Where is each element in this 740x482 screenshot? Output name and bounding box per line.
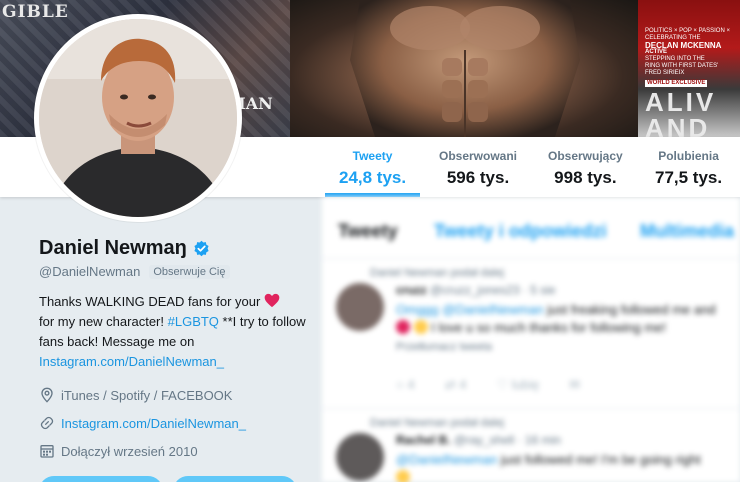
magazine-line: DECLAN MCKENNA xyxy=(645,41,722,50)
emoji-icon xyxy=(413,320,428,334)
stat-likes[interactable]: Polubienia 77,5 tys. xyxy=(655,149,722,188)
tweet-text-part: just freaking followed me and xyxy=(547,302,716,317)
tab-tweets[interactable]: Tweety xyxy=(338,221,398,242)
tweet-header: Rachel B. @ray_shell · 16 min xyxy=(396,433,561,447)
tweet-text-part: I love u so much thanks for following me… xyxy=(431,320,667,335)
profile-sidebar: Daniel Newmaŋ @DanielNewman Obserwuje Ci… xyxy=(0,197,322,482)
stat-label: Polubienia xyxy=(658,149,719,163)
tweet-text: Omggg @DanielNewman just freaking follow… xyxy=(396,301,736,356)
magazine-line: RING WITH FIRST DATES' xyxy=(645,63,719,69)
banner-torso-image xyxy=(350,0,580,137)
bio-text: Thanks WALKING DEAD fans for your xyxy=(39,294,261,309)
emoji-icon xyxy=(396,470,410,482)
follows-you-badge: Obserwuje Cię xyxy=(149,264,230,279)
location-text: iTunes / Spotify / FACEBOOK xyxy=(61,387,233,403)
profile-location: iTunes / Spotify / FACEBOOK xyxy=(39,387,232,403)
profile-handle[interactable]: @DanielNewman xyxy=(39,264,140,279)
tweet-item[interactable]: Daniel Newman podał dalej Rachel B. @ray… xyxy=(322,409,740,482)
retweet-action[interactable]: ⇄ 4 xyxy=(445,377,467,393)
tweet-author-avatar[interactable] xyxy=(336,433,384,481)
tab-media[interactable]: Multimedia xyxy=(640,221,734,242)
magazine-line: STEPPING INTO THE xyxy=(645,56,705,62)
magazine-exclusive-badge: WORLD EXCLUSIVE xyxy=(645,80,708,87)
stat-following[interactable]: Obserwowani 596 tys. xyxy=(439,149,517,188)
stat-value: 596 tys. xyxy=(446,168,510,187)
bio-text: for my new character! xyxy=(39,314,164,329)
bio-instagram-link[interactable]: Instagram.com/DanielNewman_ xyxy=(39,354,224,369)
translate-tweet-link[interactable]: Przetłumacz tweeta xyxy=(396,341,492,353)
stat-value: 998 tys. xyxy=(554,168,617,187)
tweet-meta: @ray_shell · 16 min xyxy=(454,433,561,447)
calendar-icon xyxy=(40,445,54,458)
bio-hashtag-link[interactable]: #LGBTQ xyxy=(168,314,219,329)
reply-action[interactable]: ○ 4 xyxy=(396,377,415,393)
magazine-line: ACTIVE xyxy=(645,49,668,55)
tweet-actions: ○ 4 ⇄ 4 ♡ lubię ✉ xyxy=(396,377,580,393)
stat-tweets[interactable]: Tweety 24,8 tys. xyxy=(325,149,421,197)
verified-badge-icon xyxy=(194,240,209,257)
tweet-mention[interactable]: @DanielNewman xyxy=(396,452,497,467)
stat-label: Tweety xyxy=(352,149,393,163)
stat-followers[interactable]: Obserwujący 998 tys. xyxy=(548,149,623,188)
profile-joined: Dołączył wrzesień 2010 xyxy=(39,443,198,459)
like-action[interactable]: ♡ lubię xyxy=(496,377,539,393)
stat-label: Obserwowani xyxy=(439,149,518,163)
profile-bio: Thanks WALKING DEAD fans for your for my… xyxy=(39,292,309,372)
stat-label: Obserwujący xyxy=(548,149,623,163)
magazine-cover-text: POLITICS × POP × PASSION × CELEBRATING T… xyxy=(645,28,740,137)
retweet-count: 4 xyxy=(459,377,467,392)
profile-name[interactable]: Daniel Newmaŋ xyxy=(39,237,187,260)
tweet-item[interactable]: Daniel Newman podał dalej cruzz @cruzz_j… xyxy=(322,259,740,409)
stat-value: 24,8 tys. xyxy=(339,168,407,187)
location-pin-icon xyxy=(41,387,53,403)
like-label: lubię xyxy=(511,377,540,392)
tweet-author-avatar[interactable] xyxy=(336,283,384,331)
joined-text: Dołączył wrzesień 2010 xyxy=(61,443,198,459)
heart-emoji-icon xyxy=(264,293,280,308)
dm-action[interactable]: ✉ xyxy=(569,377,580,393)
link-icon xyxy=(40,416,54,430)
retweeted-by-label: Daniel Newman podał dalej xyxy=(370,267,504,279)
tweet-text: @DanielNewman just followed me! I'm be g… xyxy=(396,451,736,482)
tweet-meta: @cruzz_jones23 · 5 sie xyxy=(430,283,556,297)
website-link[interactable]: Instagram.com/DanielNewman_ xyxy=(61,416,246,431)
reply-count: 4 xyxy=(407,377,415,392)
magazine-headline: ALIV xyxy=(645,87,717,117)
avatar-photo xyxy=(39,19,237,217)
tweet-text-part: just followed me! I'm be going right xyxy=(500,452,701,467)
magazine-line: POLITICS × POP × PASSION × xyxy=(645,28,730,34)
timeline-panel: Tweety Tweety i odpowiedzi Multimedia Da… xyxy=(322,197,740,482)
magazine-line: FRED SIRIEIX xyxy=(645,70,685,76)
banner-left-text: GIBLE xyxy=(2,2,69,22)
magazine-headline: AND xyxy=(645,113,711,137)
tweet-to-button[interactable] xyxy=(39,476,163,482)
tab-tweets-and-replies[interactable]: Tweety i odpowiedzi xyxy=(434,221,607,242)
profile-avatar[interactable] xyxy=(34,14,242,222)
tweet-author-name[interactable]: cruzz xyxy=(396,283,427,297)
tweet-mention[interactable]: Omggg @DanielNewman xyxy=(396,302,544,317)
message-button[interactable] xyxy=(173,476,297,482)
tweet-header: cruzz @cruzz_jones23 · 5 sie xyxy=(396,283,556,297)
stat-value: 77,5 tys. xyxy=(655,168,723,187)
emoji-icon xyxy=(396,320,410,334)
retweeted-by-label: Daniel Newman podał dalej xyxy=(370,417,504,429)
timeline-tabs: Tweety Tweety i odpowiedzi Multimedia xyxy=(322,197,740,259)
tweet-author-name[interactable]: Rachel B. xyxy=(396,433,451,447)
profile-website: Instagram.com/DanielNewman_ xyxy=(39,415,246,431)
